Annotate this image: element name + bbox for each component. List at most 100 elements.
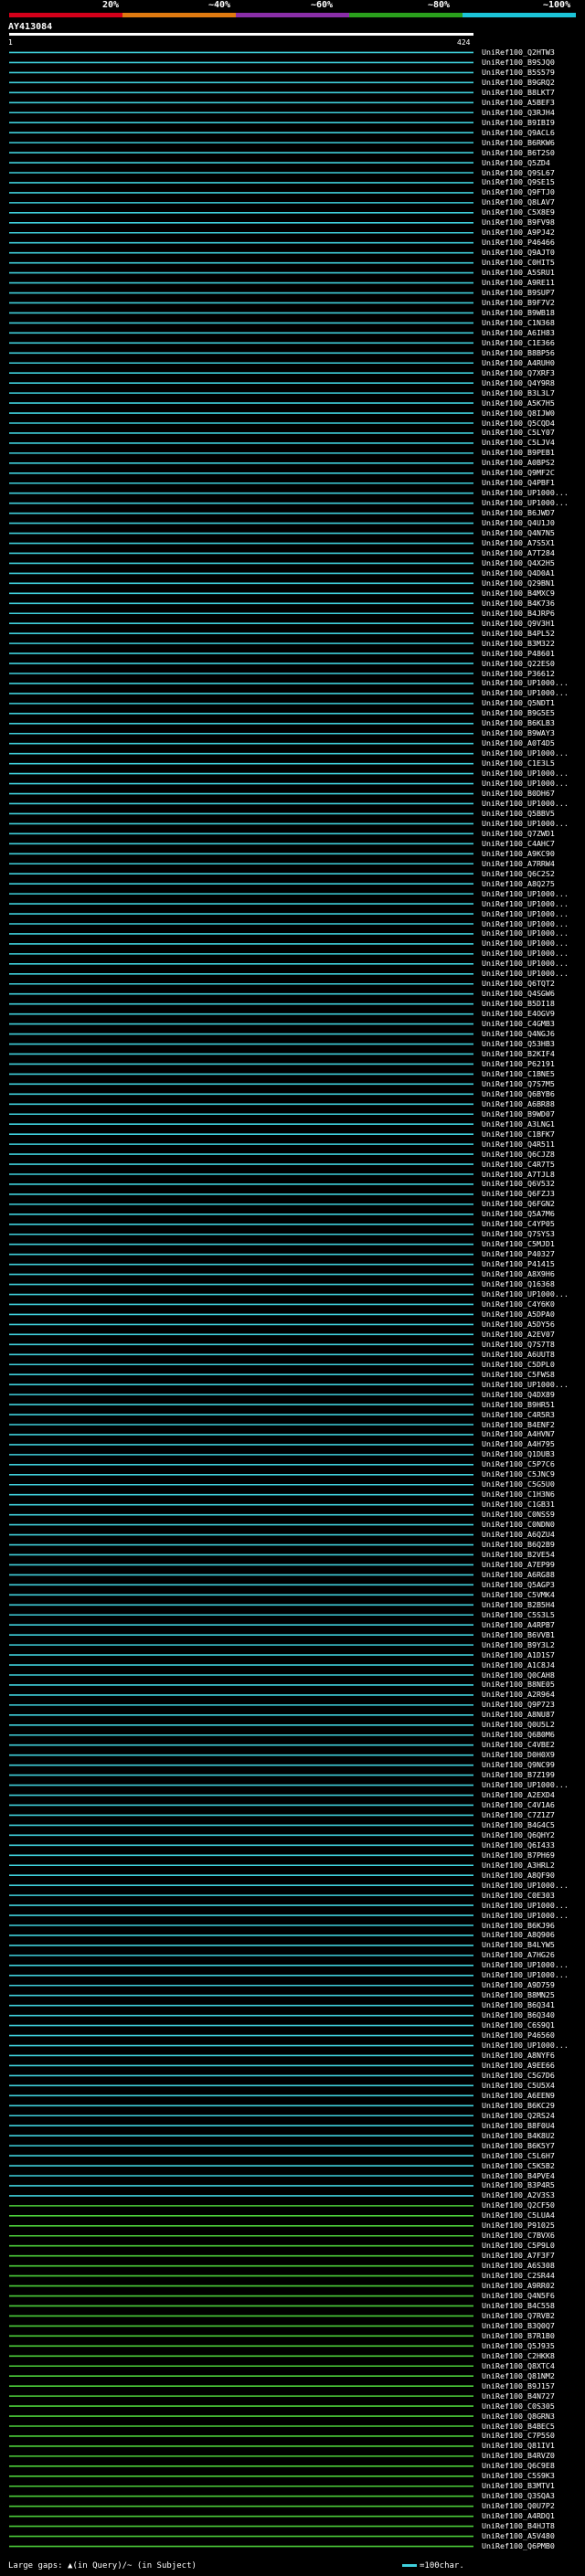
hit-label[interactable]: UniRef100_UP1000...	[482, 1780, 569, 1789]
hit-label[interactable]: UniRef100_B4N727	[482, 2391, 555, 2401]
hit-label[interactable]: UniRef100_C6S9Q1	[482, 2020, 555, 2030]
hit-label[interactable]: UniRef100_A6BR88	[482, 1099, 555, 1108]
hit-label[interactable]: UniRef100_A8NU87	[482, 1710, 555, 1719]
hit-label[interactable]: UniRef100_UP1000...	[482, 1960, 569, 1969]
hit-label[interactable]: UniRef100_Q81NM2	[482, 2371, 555, 2380]
hit-label[interactable]: UniRef100_A1D1S7	[482, 1650, 555, 1659]
hit-label[interactable]: UniRef100_Q8LAV7	[482, 197, 555, 207]
hit-label[interactable]: UniRef100_Q7XRF3	[482, 368, 555, 377]
hit-label[interactable]: UniRef100_C1E3L5	[482, 758, 555, 768]
hit-label[interactable]: UniRef100_Q7SYS3	[482, 1229, 555, 1238]
hit-label[interactable]: UniRef100_B4MXC9	[482, 588, 555, 598]
hit-label[interactable]: UniRef100_A7T284	[482, 548, 555, 557]
hit-label[interactable]: UniRef100_UP1000...	[482, 959, 569, 968]
hit-label[interactable]: UniRef100_C0HIT5	[482, 258, 555, 267]
hit-label[interactable]: UniRef100_Q9SL67	[482, 168, 555, 177]
hit-label[interactable]: UniRef100_C5K5B2	[482, 2161, 555, 2170]
hit-label[interactable]: UniRef100_Q8IJW0	[482, 408, 555, 418]
hit-label[interactable]: UniRef100_B9HR51	[482, 1400, 555, 1409]
hit-label[interactable]: UniRef100_C4R5R3	[482, 1410, 555, 1419]
hit-label[interactable]: UniRef100_A0BPS2	[482, 458, 555, 467]
hit-label[interactable]: UniRef100_B4G4C5	[482, 1820, 555, 1829]
hit-label[interactable]: UniRef100_Q9P723	[482, 1700, 555, 1709]
hit-label[interactable]: UniRef100_A7TJL8	[482, 1170, 555, 1179]
hit-label[interactable]: UniRef100_B9Y3L2	[482, 1640, 555, 1649]
hit-label[interactable]: UniRef100_B6KC29	[482, 2101, 555, 2110]
hit-label[interactable]: UniRef100_A5SRU1	[482, 268, 555, 277]
hit-label[interactable]: UniRef100_B6KLB3	[482, 718, 555, 727]
hit-label[interactable]: UniRef100_B9G5E5	[482, 708, 555, 717]
hit-label[interactable]: UniRef100_B8MN25	[482, 1990, 555, 1999]
hit-label[interactable]: UniRef100_UP1000...	[482, 949, 569, 958]
hit-label[interactable]: UniRef100_A6UUT8	[482, 1350, 555, 1359]
hit-label[interactable]: UniRef100_A7HG26	[482, 1950, 555, 1959]
hit-label[interactable]: UniRef100_B9WAY3	[482, 728, 555, 737]
hit-label[interactable]: UniRef100_A3HRL2	[482, 1860, 555, 1870]
hit-label[interactable]: UniRef100_B4LYW5	[482, 1940, 555, 1949]
hit-label[interactable]: UniRef100_C7Z1Z7	[482, 1810, 555, 1819]
hit-label[interactable]: UniRef100_C5U5X4	[482, 2081, 555, 2090]
hit-label[interactable]: UniRef100_UP1000...	[482, 799, 569, 808]
hit-label[interactable]: UniRef100_C5S3L5	[482, 1610, 555, 1619]
hit-label[interactable]: UniRef100_B9GRQ2	[482, 78, 555, 87]
hit-label[interactable]: UniRef100_Q5NDT1	[482, 698, 555, 707]
hit-label[interactable]: UniRef100_B8F0U4	[482, 2121, 555, 2130]
hit-label[interactable]: UniRef100_P41415	[482, 1259, 555, 1268]
hit-label[interactable]: UniRef100_C1E366	[482, 338, 555, 347]
hit-label[interactable]: UniRef100_C5P7C6	[482, 1459, 555, 1468]
hit-label[interactable]: UniRef100_Q6B0M6	[482, 1730, 555, 1739]
hit-label[interactable]: UniRef100_A8NYF6	[482, 2051, 555, 2060]
hit-label[interactable]: UniRef100_UP1000...	[482, 488, 569, 497]
hit-label[interactable]: UniRef100_Q9NC99	[482, 1760, 555, 1769]
hit-label[interactable]: UniRef100_Q4NGJ6	[482, 1029, 555, 1038]
hit-label[interactable]: UniRef100_B4PVE4	[482, 2171, 555, 2180]
hit-label[interactable]: UniRef100_UP1000...	[482, 748, 569, 758]
hit-label[interactable]: UniRef100_A5BEF3	[482, 98, 555, 107]
hit-label[interactable]: UniRef100_C5JNC9	[482, 1469, 555, 1479]
hit-label[interactable]: UniRef100_B2VE54	[482, 1550, 555, 1559]
hit-label[interactable]: UniRef100_Q5CQD4	[482, 419, 555, 428]
hit-label[interactable]: UniRef100_Q9AJT0	[482, 248, 555, 257]
hit-label[interactable]: UniRef100_A4RUH0	[482, 358, 555, 367]
hit-label[interactable]: UniRef100_A2EV07	[482, 1330, 555, 1339]
hit-label[interactable]: UniRef100_A5K7H5	[482, 398, 555, 408]
hit-label[interactable]: UniRef100_Q6PMB0	[482, 2541, 555, 2550]
hit-label[interactable]: UniRef100_UP1000...	[482, 498, 569, 507]
hit-label[interactable]: UniRef100_Q4PBF1	[482, 478, 555, 487]
hit-label[interactable]: UniRef100_C4GMB3	[482, 1019, 555, 1028]
hit-label[interactable]: UniRef100_A0T4D5	[482, 738, 555, 747]
hit-label[interactable]: UniRef100_A3LNG1	[482, 1119, 555, 1129]
hit-label[interactable]: UniRef100_Q16368	[482, 1279, 555, 1288]
hit-label[interactable]: UniRef100_Q7S7M5	[482, 1079, 555, 1088]
hit-label[interactable]: UniRef100_B9WB18	[482, 308, 555, 317]
hit-label[interactable]: UniRef100_A5DPA0	[482, 1309, 555, 1319]
hit-label[interactable]: UniRef100_C1N368	[482, 318, 555, 327]
hit-label[interactable]: UniRef100_C0E303	[482, 1891, 555, 1900]
hit-label[interactable]: UniRef100_Q2HTW3	[482, 48, 555, 57]
hit-label[interactable]: UniRef100_A9EE66	[482, 2061, 555, 2070]
hit-label[interactable]: UniRef100_C5G5U0	[482, 1479, 555, 1489]
hit-label[interactable]: UniRef100_UP1000...	[482, 2041, 569, 2050]
hit-label[interactable]: UniRef100_B9J157	[482, 2381, 555, 2390]
hit-label[interactable]: UniRef100_C7P5S0	[482, 2431, 555, 2440]
hit-label[interactable]: UniRef100_B7Z199	[482, 1770, 555, 1779]
hit-label[interactable]: UniRef100_B3MTV1	[482, 2481, 555, 2490]
hit-label[interactable]: UniRef100_C2HKK8	[482, 2351, 555, 2360]
hit-label[interactable]: UniRef100_B4HJT8	[482, 2521, 555, 2530]
hit-label[interactable]: UniRef100_Q6TQT2	[482, 979, 555, 988]
hit-label[interactable]: UniRef100_B8NE05	[482, 1680, 555, 1689]
hit-label[interactable]: UniRef100_A1C8J4	[482, 1660, 555, 1670]
hit-label[interactable]: UniRef100_B8BP56	[482, 348, 555, 357]
hit-label[interactable]: UniRef100_B2B5H4	[482, 1600, 555, 1609]
hit-label[interactable]: UniRef100_P36612	[482, 669, 555, 678]
hit-label[interactable]: UniRef100_A9PJ42	[482, 228, 555, 237]
hit-label[interactable]: UniRef100_UP1000...	[482, 1380, 569, 1389]
hit-label[interactable]: UniRef100_B4C558	[482, 2301, 555, 2310]
hit-label[interactable]: UniRef100_P91025	[482, 2221, 555, 2230]
hit-label[interactable]: UniRef100_UP1000...	[482, 889, 569, 898]
hit-label[interactable]: UniRef100_C0NDN0	[482, 1520, 555, 1529]
hit-label[interactable]: UniRef100_C4V1A6	[482, 1800, 555, 1809]
hit-label[interactable]: UniRef100_Q5BBV5	[482, 809, 555, 818]
hit-label[interactable]: UniRef100_B2KIF4	[482, 1049, 555, 1058]
hit-label[interactable]: UniRef100_Q2CF50	[482, 2200, 555, 2210]
